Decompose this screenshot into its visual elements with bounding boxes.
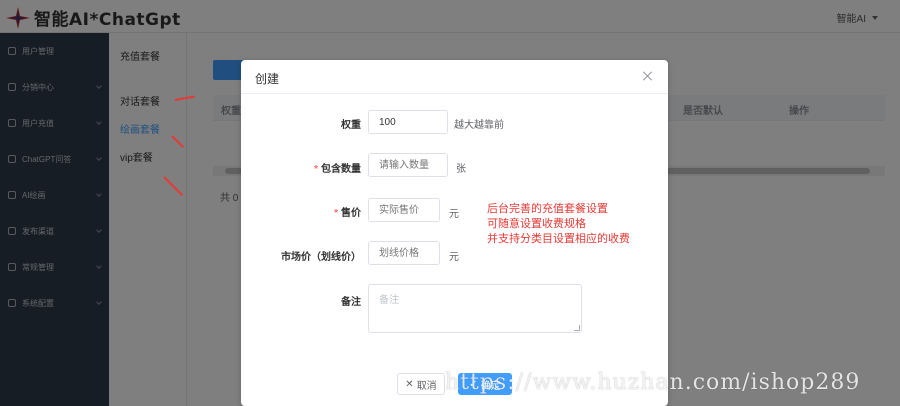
count-unit: 张 [456, 164, 466, 175]
remark-label: 备注 [341, 297, 361, 308]
price-label: * 售价 [334, 208, 361, 219]
close-icon: ✕ [405, 378, 414, 390]
remark-textarea[interactable]: 备注 [368, 284, 582, 333]
count-label: * 包含数量 [314, 164, 361, 175]
dialog-title: 创建 [255, 72, 280, 86]
weight-hint: 越大越靠前 [454, 120, 504, 131]
annotation-note-line-1: 后台完善的充值套餐设置 [487, 203, 608, 215]
price-unit: 元 [449, 209, 459, 220]
remark-placeholder: 备注 [379, 295, 399, 306]
annotation-note-line-2: 可随意设置收费规格 [487, 218, 586, 230]
cancel-button-label: 取消 [416, 380, 437, 392]
price-input[interactable] [368, 198, 440, 222]
market-price-label: 市场价（划线价） [281, 252, 361, 263]
cancel-button[interactable]: ✕ 取消 [397, 373, 445, 395]
resize-handle[interactable] [574, 325, 580, 331]
watermark: https://www.huzhan.com/ishop289 [445, 370, 861, 395]
weight-label: 权重 [341, 120, 361, 131]
count-input[interactable] [368, 153, 448, 177]
market-price-unit: 元 [449, 252, 459, 263]
create-dialog: 创建 权重 越大越靠前 *包含数量 张 *售价 元 后台完善的充值套餐设置 可随… [241, 60, 668, 406]
close-icon[interactable] [642, 70, 654, 82]
dialog-divider [241, 93, 668, 94]
weight-input[interactable] [368, 110, 448, 134]
annotation-note-line-3: 并支持分类目设置相应的收费 [487, 233, 630, 245]
market-price-input[interactable] [368, 241, 440, 265]
